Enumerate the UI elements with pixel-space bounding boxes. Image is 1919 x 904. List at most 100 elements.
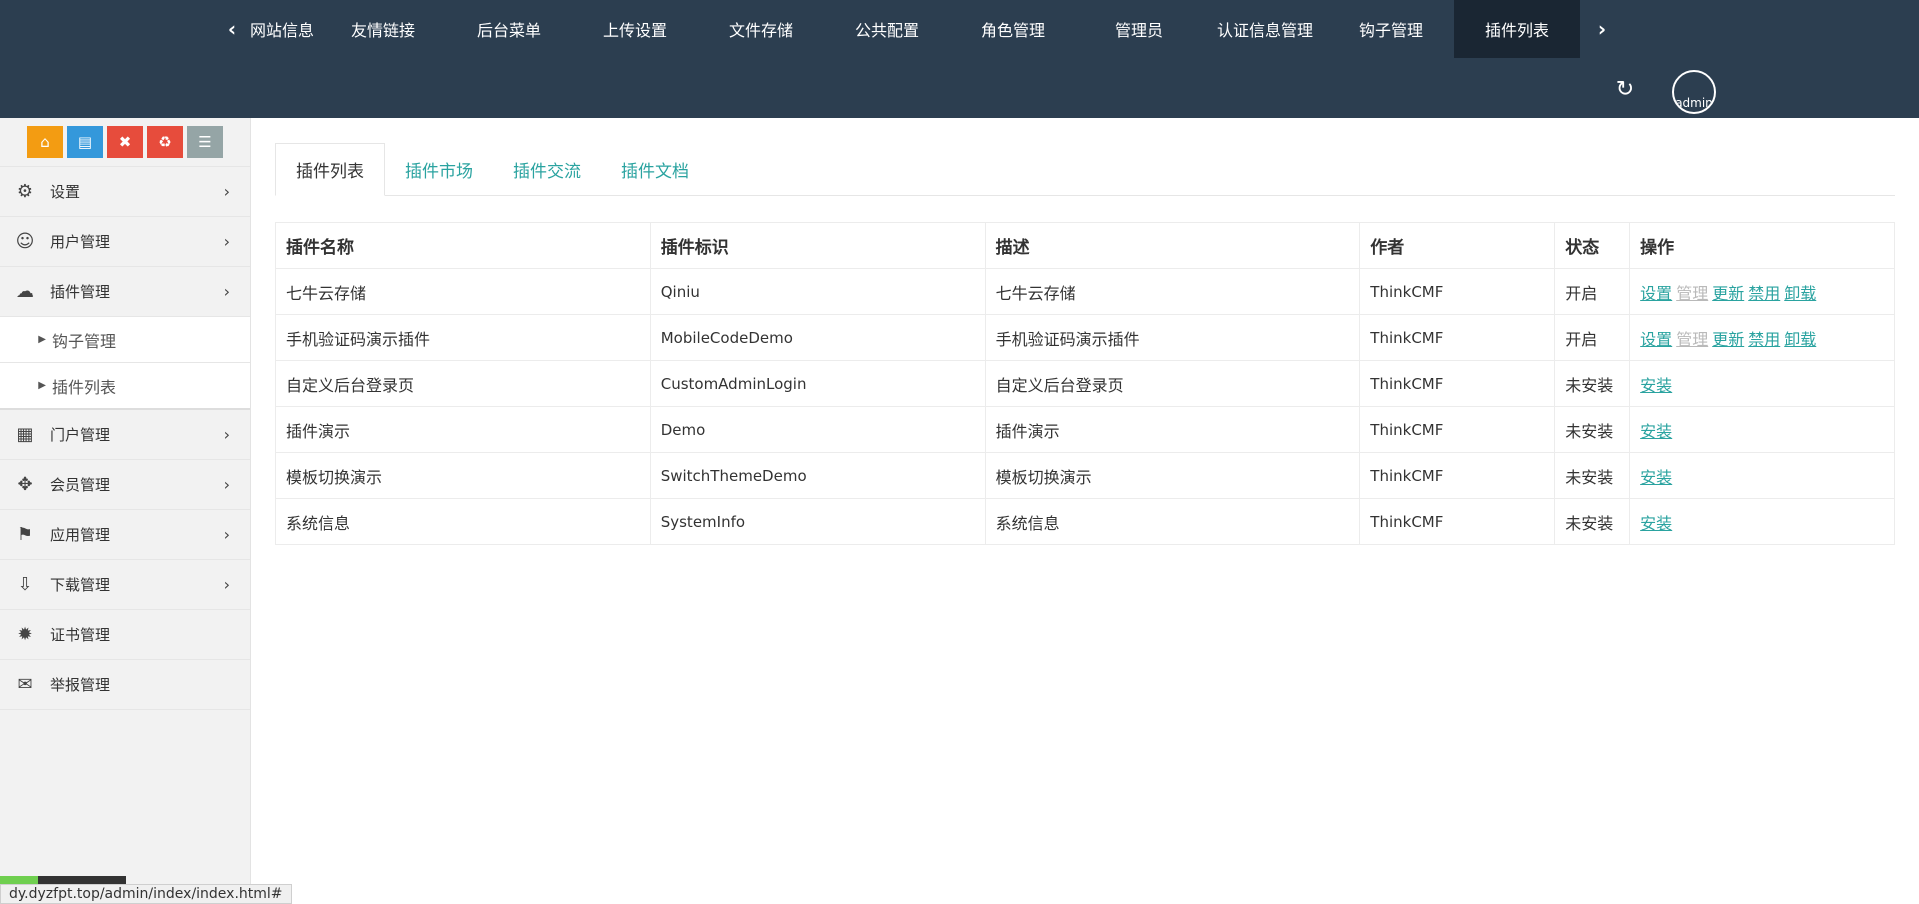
- avatar[interactable]: admin: [1672, 70, 1716, 114]
- tab-plugin-market[interactable]: 插件市场: [385, 143, 493, 195]
- plugin-id: Demo: [649, 406, 986, 453]
- sidebar-item-plugins[interactable]: ☁ 插件管理 ›: [0, 266, 250, 316]
- table-row: 自定义后台登录页 CustomAdminLogin 自定义后台登录页 Think…: [275, 360, 1895, 407]
- plugin-description: 手机验证码演示插件: [984, 314, 1361, 361]
- table-row: 系统信息 SystemInfo 系统信息 ThinkCMF 未安装 安装: [275, 498, 1895, 545]
- sidebar-item-label: 证书管理: [50, 626, 111, 644]
- certificate-icon: ✹: [17, 624, 33, 645]
- recycle-icon[interactable]: ♻: [147, 126, 183, 158]
- sidebar-subitem-hooks[interactable]: ▶ 钩子管理: [0, 316, 250, 362]
- envelope-open-icon: ✉: [17, 674, 33, 695]
- settings-link[interactable]: 设置: [1640, 284, 1672, 303]
- arrows-icon: ✥: [17, 474, 33, 495]
- file-icon[interactable]: ▤: [67, 126, 103, 158]
- plugin-id: Qiniu: [649, 268, 986, 315]
- plugin-id: SwitchThemeDemo: [649, 452, 986, 499]
- plugin-status: 未安装: [1554, 498, 1631, 545]
- trash-icon[interactable]: ✖: [107, 126, 143, 158]
- nav-item-auth-info[interactable]: 认证信息管理: [1202, 0, 1328, 58]
- disable-link[interactable]: 禁用: [1748, 330, 1780, 349]
- plugin-actions: 安装: [1629, 498, 1895, 545]
- home-icon[interactable]: ⌂: [27, 126, 63, 158]
- plugin-status: 开启: [1554, 314, 1631, 361]
- nav-item-admins[interactable]: 管理员: [1076, 0, 1202, 58]
- sidebar-item-label: 举报管理: [50, 676, 111, 694]
- tab-plugin-docs[interactable]: 插件文档: [601, 143, 709, 195]
- sidebar-item-users[interactable]: ☺ 用户管理 ›: [0, 216, 250, 266]
- plugin-actions: 安装: [1629, 360, 1895, 407]
- tab-plugin-list[interactable]: 插件列表: [275, 143, 385, 196]
- uninstall-link[interactable]: 卸载: [1784, 284, 1816, 303]
- tab-plugin-forum[interactable]: 插件交流: [493, 143, 601, 195]
- uninstall-link[interactable]: 卸载: [1784, 330, 1816, 349]
- sidebar-item-label: 应用管理: [50, 526, 111, 544]
- plugin-description: 系统信息: [984, 498, 1361, 545]
- chevron-right-icon: ›: [223, 282, 230, 301]
- plugin-actions: 安装: [1629, 406, 1895, 453]
- sidebar-item-members[interactable]: ✥ 会员管理 ›: [0, 459, 250, 509]
- sidebar: ⌂ ▤ ✖ ♻ ☰ ⚙ 设置 › ☺ 用户管理 › ☁ 插件管理 › ▶ 钩子管…: [0, 118, 251, 902]
- avatar-alt-text: admin: [1675, 96, 1713, 110]
- settings-link[interactable]: 设置: [1640, 330, 1672, 349]
- sidebar-item-downloads[interactable]: ⇩ 下载管理 ›: [0, 559, 250, 609]
- sidebar-item-apps[interactable]: ⚑ 应用管理 ›: [0, 509, 250, 559]
- table-header-row: 插件名称 插件标识 描述 作者 状态 操作: [275, 222, 1895, 269]
- sidebar-item-label: 下载管理: [50, 576, 111, 594]
- update-link[interactable]: 更新: [1712, 284, 1744, 303]
- nav-item-public-config[interactable]: 公共配置: [824, 0, 950, 58]
- column-header: 插件名称: [275, 222, 651, 269]
- plugin-id: MobileCodeDemo: [649, 314, 986, 361]
- caret-right-icon: ▶: [38, 380, 46, 391]
- sidebar-item-certificates[interactable]: ✹ 证书管理: [0, 609, 250, 659]
- nav-item-hooks[interactable]: 钩子管理: [1328, 0, 1454, 58]
- nav-item-site-info[interactable]: 网站信息: [244, 0, 320, 58]
- loading-progress-bar: [0, 876, 126, 884]
- plugin-id: CustomAdminLogin: [649, 360, 986, 407]
- plugin-actions: 安装: [1629, 452, 1895, 499]
- nav-item-friend-links[interactable]: 友情链接: [320, 0, 446, 58]
- install-link[interactable]: 安装: [1640, 376, 1672, 395]
- plugin-name: 系统信息: [275, 498, 651, 545]
- chevron-left-icon[interactable]: ‹: [220, 0, 244, 58]
- plugin-id: SystemInfo: [649, 498, 986, 545]
- plugin-author: ThinkCMF: [1359, 452, 1556, 499]
- disable-link[interactable]: 禁用: [1748, 284, 1780, 303]
- install-link[interactable]: 安装: [1640, 422, 1672, 441]
- users-icon: ☺: [15, 231, 35, 252]
- sidebar-item-label: 门户管理: [50, 426, 111, 444]
- chevron-right-icon: ›: [223, 232, 230, 251]
- nav-item-file-storage[interactable]: 文件存储: [698, 0, 824, 58]
- table-row: 手机验证码演示插件 MobileCodeDemo 手机验证码演示插件 Think…: [275, 314, 1895, 361]
- install-link[interactable]: 安装: [1640, 514, 1672, 533]
- download-icon: ⇩: [17, 574, 33, 595]
- plugin-name: 七牛云存储: [275, 268, 651, 315]
- column-header: 描述: [984, 222, 1361, 269]
- table-row: 七牛云存储 Qiniu 七牛云存储 ThinkCMF 开启 设置 管理 更新 禁用 卸载: [275, 268, 1895, 315]
- sidebar-item-portal[interactable]: ▦ 门户管理 ›: [0, 408, 250, 459]
- plugin-status: 未安装: [1554, 360, 1631, 407]
- table-row: 插件演示 Demo 插件演示 ThinkCMF 未安装 安装: [275, 406, 1895, 453]
- plugin-name: 手机验证码演示插件: [275, 314, 651, 361]
- plugin-author: ThinkCMF: [1359, 360, 1556, 407]
- plugin-actions: 设置 管理 更新 禁用 卸载: [1629, 268, 1895, 315]
- column-header: 插件标识: [649, 222, 986, 269]
- chevron-right-icon[interactable]: ›: [1590, 0, 1614, 58]
- update-link[interactable]: 更新: [1712, 330, 1744, 349]
- sidebar-item-reports[interactable]: ✉ 举报管理: [0, 659, 250, 710]
- sidebar-item-settings[interactable]: ⚙ 设置 ›: [0, 166, 250, 216]
- plugin-description: 插件演示: [984, 406, 1361, 453]
- nav-item-plugin-list[interactable]: 插件列表: [1454, 0, 1580, 58]
- refresh-icon[interactable]: ↻: [1612, 76, 1638, 102]
- plugin-author: ThinkCMF: [1359, 406, 1556, 453]
- nav-item-upload-settings[interactable]: 上传设置: [572, 0, 698, 58]
- plugin-description: 七牛云存储: [984, 268, 1361, 315]
- sidebar-item-label: 会员管理: [50, 476, 111, 494]
- nav-item-roles[interactable]: 角色管理: [950, 0, 1076, 58]
- loading-progress-fill: [0, 876, 38, 884]
- gears-icon: ⚙: [16, 181, 34, 202]
- sidebar-subitem-plugin-list[interactable]: ▶ 插件列表: [0, 362, 250, 408]
- list-icon[interactable]: ☰: [187, 126, 223, 158]
- nav-item-admin-menu[interactable]: 后台菜单: [446, 0, 572, 58]
- chevron-right-icon: ›: [223, 425, 230, 444]
- install-link[interactable]: 安装: [1640, 468, 1672, 487]
